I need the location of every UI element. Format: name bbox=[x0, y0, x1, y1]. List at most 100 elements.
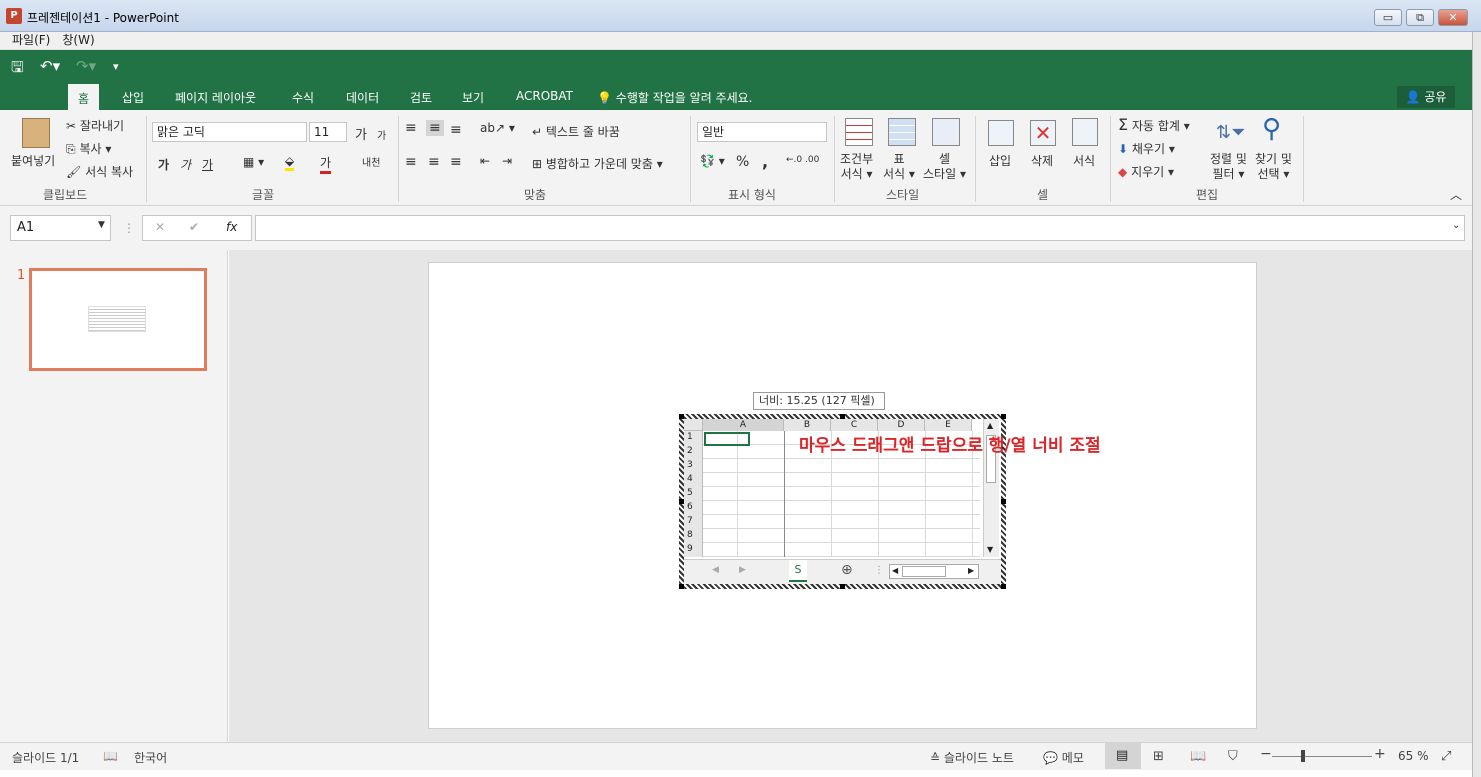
slide-sorter-icon[interactable]: ⊞ bbox=[1153, 749, 1164, 764]
cell-styles-icon[interactable] bbox=[932, 118, 960, 146]
increase-decimal-button[interactable]: ←.0 .00 bbox=[786, 155, 819, 165]
conditional-format-icon[interactable] bbox=[845, 118, 873, 146]
resize-handle[interactable] bbox=[840, 414, 845, 419]
enter-icon[interactable]: ✔ bbox=[189, 220, 199, 234]
sort-filter-button[interactable]: 정렬 및 필터 ▾ bbox=[1210, 152, 1247, 182]
column-header-c[interactable]: C bbox=[831, 419, 878, 431]
clear-button[interactable]: ◆ 지우기 ▾ bbox=[1118, 163, 1174, 180]
zoom-slider-track[interactable] bbox=[1272, 756, 1372, 757]
cell-styles-button[interactable]: 셀 스타일 ▾ bbox=[923, 152, 966, 182]
row-header[interactable]: 7 bbox=[687, 516, 693, 526]
tab-page-layout[interactable]: 페이지 레이아웃 bbox=[175, 89, 256, 106]
slideshow-icon[interactable]: ⛉ bbox=[1228, 749, 1238, 764]
row-header[interactable]: 9 bbox=[687, 544, 693, 554]
conditional-format-button[interactable]: 조건부 서식 ▾ bbox=[840, 152, 873, 182]
phonetic-button[interactable]: 내천 bbox=[362, 154, 380, 169]
fill-color-icon[interactable]: ⬙ bbox=[285, 154, 295, 171]
add-sheet-icon[interactable]: ⊕ bbox=[841, 562, 853, 578]
menu-window[interactable]: 창(W) bbox=[62, 32, 94, 48]
language-indicator[interactable]: 한국어 bbox=[134, 749, 167, 766]
row-header[interactable]: 4 bbox=[687, 474, 693, 484]
spelling-check-icon[interactable]: 📖 bbox=[103, 749, 118, 763]
row-header[interactable]: 2 bbox=[687, 446, 693, 456]
comma-button[interactable]: , bbox=[762, 152, 768, 171]
name-box-dropdown-icon[interactable]: ▼ bbox=[98, 220, 105, 230]
tab-formulas[interactable]: 수식 bbox=[292, 89, 314, 106]
font-color-button[interactable]: 가 bbox=[320, 154, 332, 174]
insert-cells-button[interactable]: 삽입 bbox=[989, 152, 1011, 169]
scroll-right-icon[interactable]: ▶ bbox=[968, 566, 974, 575]
zoom-slider-thumb[interactable] bbox=[1301, 750, 1305, 762]
row-header[interactable]: 6 bbox=[687, 502, 693, 512]
format-cells-button[interactable]: 서식 bbox=[1073, 152, 1095, 169]
collapse-ribbon-icon[interactable]: ︿ bbox=[1450, 186, 1462, 203]
column-header-d[interactable]: D bbox=[878, 419, 925, 431]
sort-filter-icon[interactable]: ⇅⏷ bbox=[1216, 122, 1245, 143]
column-header-b[interactable]: B bbox=[784, 419, 831, 431]
format-cells-icon[interactable] bbox=[1072, 118, 1098, 146]
reading-view-icon[interactable]: 📖 bbox=[1190, 749, 1206, 764]
accounting-icon[interactable]: 💱 ▾ bbox=[700, 154, 725, 168]
minimize-button[interactable]: ▭ bbox=[1374, 9, 1402, 26]
table-format-icon[interactable] bbox=[888, 118, 916, 146]
paste-icon[interactable] bbox=[22, 118, 50, 148]
align-left-icon[interactable]: ≡ bbox=[405, 154, 417, 170]
prev-sheet-icon[interactable]: ◀ bbox=[712, 565, 719, 575]
grow-font-button[interactable]: 가 bbox=[355, 124, 367, 143]
comments-button[interactable]: 💬 메모 bbox=[1043, 749, 1084, 766]
align-middle-icon[interactable]: ≡ bbox=[426, 120, 444, 136]
row-header[interactable]: 5 bbox=[687, 488, 693, 498]
tell-me-box[interactable]: 💡 수행할 작업을 알려 주세요. bbox=[597, 89, 752, 106]
tab-view[interactable]: 보기 bbox=[462, 89, 484, 106]
copy-button[interactable]: ⎘ 복사 ▾ bbox=[66, 140, 111, 157]
next-sheet-icon[interactable]: ▶ bbox=[739, 565, 746, 575]
resize-handle[interactable] bbox=[679, 584, 684, 589]
slide-thumbnail[interactable] bbox=[29, 268, 207, 371]
font-size-select[interactable]: 11 bbox=[309, 122, 347, 142]
active-cell-a1[interactable] bbox=[704, 432, 750, 446]
merge-center-button[interactable]: ⊞ 병합하고 가운데 맞춤 ▾ bbox=[532, 155, 663, 172]
row-header[interactable]: 3 bbox=[687, 460, 693, 470]
scroll-left-icon[interactable]: ◀ bbox=[892, 566, 898, 575]
tab-acrobat[interactable]: ACROBAT bbox=[516, 89, 573, 103]
tab-review[interactable]: 검토 bbox=[410, 89, 432, 106]
fit-to-window-icon[interactable]: ⤢ bbox=[1441, 749, 1451, 764]
wrap-text-button[interactable]: ↵ 텍스트 줄 바꿈 bbox=[532, 123, 620, 140]
notes-button[interactable]: ≙ 슬라이드 노트 bbox=[930, 749, 1014, 766]
cut-button[interactable]: ✂ 잘라내기 bbox=[66, 117, 124, 134]
italic-button[interactable]: 가 bbox=[180, 156, 191, 173]
border-icon[interactable]: ▦ ▾ bbox=[243, 155, 264, 169]
tab-home[interactable]: 홈 bbox=[68, 84, 100, 110]
row-header[interactable]: 8 bbox=[687, 530, 693, 540]
customize-qat-icon[interactable]: ▾ bbox=[113, 60, 119, 73]
align-right-icon[interactable]: ≡ bbox=[450, 154, 462, 170]
undo-icon[interactable]: ↶▾ bbox=[40, 57, 60, 75]
resize-handle[interactable] bbox=[1001, 584, 1006, 589]
zoom-out-button[interactable]: − bbox=[1260, 746, 1272, 762]
column-header-a[interactable]: A bbox=[703, 419, 784, 431]
autosum-button[interactable]: Σ 자동 합계 ▾ bbox=[1118, 115, 1190, 134]
resize-handle[interactable] bbox=[679, 499, 684, 504]
resize-handle[interactable] bbox=[840, 584, 845, 589]
column-header-e[interactable]: E bbox=[925, 419, 972, 431]
horizontal-scroll-thumb[interactable] bbox=[902, 566, 946, 577]
increase-indent-icon[interactable]: ⇥ bbox=[502, 154, 512, 168]
scroll-up-icon[interactable]: ▲ bbox=[987, 421, 993, 430]
resize-handle[interactable] bbox=[679, 414, 684, 419]
menu-file[interactable]: 파일(F) bbox=[12, 32, 50, 48]
tab-data[interactable]: 데이터 bbox=[346, 89, 379, 106]
tab-insert[interactable]: 삽입 bbox=[122, 89, 144, 106]
align-center-icon[interactable]: ≡ bbox=[428, 154, 440, 170]
font-name-select[interactable]: 맑은 고딕 bbox=[152, 122, 307, 142]
bold-button[interactable]: 가 bbox=[158, 156, 169, 173]
row-header[interactable]: 1 bbox=[687, 432, 693, 442]
find-select-button[interactable]: 찾기 및 선택 ▾ bbox=[1255, 152, 1292, 182]
number-format-select[interactable]: 일반 bbox=[697, 122, 827, 142]
delete-cells-icon[interactable]: ✕ bbox=[1030, 120, 1056, 146]
delete-cells-button[interactable]: 삭제 bbox=[1031, 152, 1053, 169]
underline-button[interactable]: 가 bbox=[202, 156, 213, 173]
redo-icon[interactable]: ↷▾ bbox=[76, 57, 96, 75]
tab-splitter-icon[interactable]: ⋮ bbox=[874, 565, 884, 576]
decrease-indent-icon[interactable]: ⇤ bbox=[480, 154, 490, 168]
formula-input[interactable] bbox=[255, 215, 1465, 241]
